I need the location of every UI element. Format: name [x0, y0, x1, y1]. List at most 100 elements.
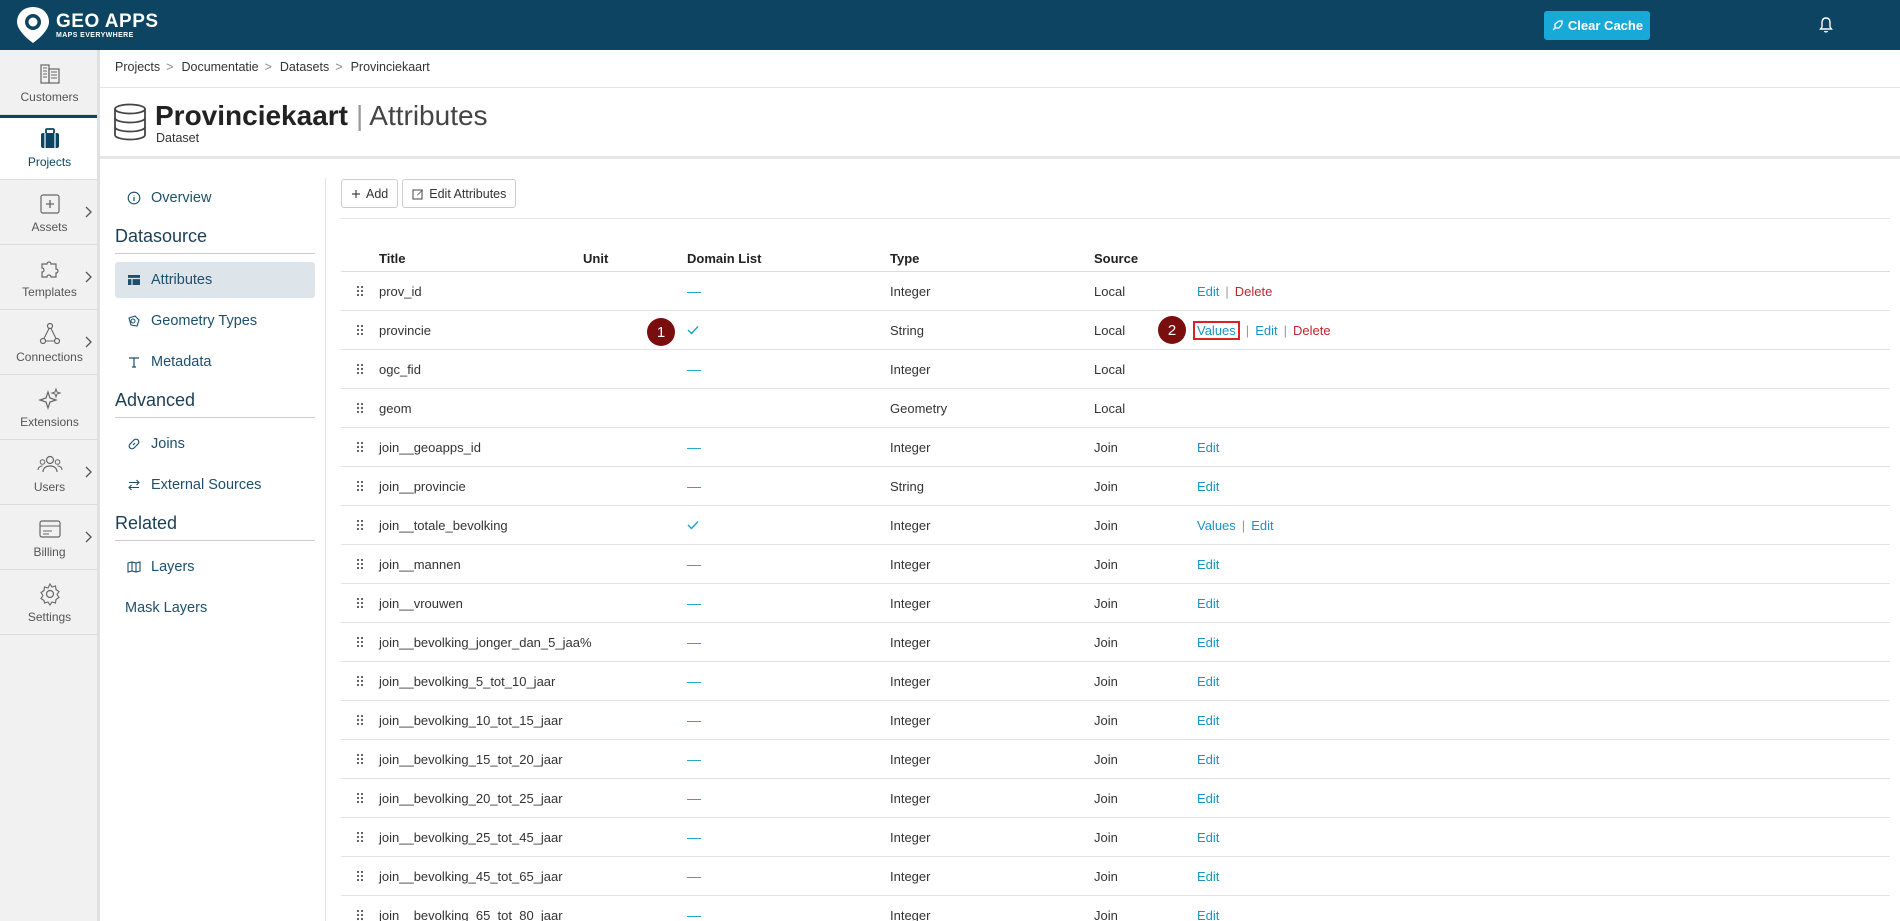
- nav-metadata[interactable]: Metadata: [115, 344, 315, 380]
- nav-label: Joins: [151, 436, 185, 452]
- edit-attributes-button[interactable]: Edit Attributes: [402, 179, 517, 208]
- dash-icon: —: [687, 907, 701, 921]
- drag-handle[interactable]: [341, 441, 379, 453]
- edit-link[interactable]: Edit: [1197, 674, 1219, 689]
- column-header-unit[interactable]: Unit: [583, 251, 687, 266]
- grip-vertical-icon: [356, 753, 364, 765]
- drag-handle[interactable]: [341, 558, 379, 570]
- edit-link[interactable]: Edit: [1197, 869, 1219, 884]
- chevron-right-icon: [85, 466, 92, 478]
- drag-handle[interactable]: [341, 714, 379, 726]
- puzzle-icon: [40, 260, 59, 278]
- rail-item-billing[interactable]: Billing: [0, 505, 99, 570]
- attributes-toolbar: Add Edit Attributes: [341, 179, 517, 208]
- drag-handle[interactable]: [341, 597, 379, 609]
- table-header: Title Unit Domain List Type Source: [341, 245, 1890, 272]
- edit-link[interactable]: Edit: [1197, 479, 1219, 494]
- cell-domain-list: [687, 323, 890, 338]
- edit-link[interactable]: Edit: [1197, 557, 1219, 572]
- edit-link[interactable]: Edit: [1197, 830, 1219, 845]
- rail-item-templates[interactable]: Templates: [0, 245, 99, 310]
- cell-domain-list: —: [687, 478, 890, 494]
- cell-source: Join: [1094, 829, 1118, 845]
- cell-type: Integer: [890, 673, 931, 689]
- values-link[interactable]: Values: [1197, 518, 1236, 533]
- delete-link[interactable]: Delete: [1293, 323, 1331, 338]
- rail-item-settings[interactable]: Settings: [0, 570, 99, 635]
- edit-link[interactable]: Edit: [1255, 323, 1277, 338]
- rail-item-connections[interactable]: Connections: [0, 310, 99, 375]
- drag-handle[interactable]: [341, 324, 379, 336]
- edit-link[interactable]: Edit: [1197, 635, 1219, 650]
- edit-link[interactable]: Edit: [1251, 518, 1273, 533]
- rail-item-users[interactable]: Users: [0, 440, 99, 505]
- nav-geometry-types[interactable]: Geometry Types: [115, 303, 315, 339]
- column-header-type[interactable]: Type: [890, 251, 1094, 266]
- bell-icon[interactable]: [1818, 16, 1834, 34]
- rail-item-extensions[interactable]: Extensions: [0, 375, 99, 440]
- drag-handle[interactable]: [341, 480, 379, 492]
- drag-handle[interactable]: [341, 363, 379, 375]
- clear-cache-label: Clear Cache: [1567, 18, 1644, 33]
- edit-link[interactable]: Edit: [1197, 596, 1219, 611]
- edit-link[interactable]: Edit: [1197, 440, 1219, 455]
- text-icon: [129, 357, 139, 368]
- drag-handle[interactable]: [341, 870, 379, 882]
- drag-handle[interactable]: [341, 675, 379, 687]
- add-label: Add: [366, 186, 389, 201]
- rail-item-customers[interactable]: Customers: [0, 50, 99, 115]
- action-separator: |: [1241, 517, 1246, 533]
- edit-link[interactable]: Edit: [1197, 713, 1219, 728]
- nav-overview[interactable]: Overview: [115, 180, 315, 216]
- drag-handle[interactable]: [341, 402, 379, 414]
- cell-source: Join: [1094, 673, 1118, 689]
- values-link[interactable]: Values: [1193, 320, 1240, 340]
- drag-handle[interactable]: [341, 753, 379, 765]
- drag-handle[interactable]: [341, 519, 379, 531]
- drag-handle[interactable]: [341, 831, 379, 843]
- cell-source: Join: [1094, 790, 1118, 806]
- drag-handle[interactable]: [341, 909, 379, 921]
- add-button[interactable]: Add: [341, 179, 399, 208]
- rail-scrollbar[interactable]: [97, 50, 100, 921]
- table-row: join__bevolking_25_tot_45_jaar — Integer Jo…: [341, 818, 1890, 857]
- column-header-source[interactable]: Source: [1094, 251, 1197, 266]
- table-row: join__bevolking_jonger_dan_5_jaa% — Intege…: [341, 623, 1890, 662]
- edit-icon: [412, 189, 424, 199]
- edit-link[interactable]: Edit: [1197, 908, 1219, 921]
- geoapps-logo[interactable]: GEO APPS MAPS EVERYWHERE: [14, 5, 159, 45]
- rail-item-assets[interactable]: Assets: [0, 180, 99, 245]
- breadcrumb-datasets[interactable]: Datasets: [280, 60, 329, 74]
- breadcrumb-projects[interactable]: Projects: [115, 60, 160, 74]
- cell-actions: Edit: [1197, 713, 1890, 728]
- nav-layers[interactable]: Layers: [115, 549, 315, 585]
- edit-link[interactable]: Edit: [1197, 791, 1219, 806]
- clear-cache-button[interactable]: Clear Cache: [1544, 11, 1650, 40]
- cell-domain-list: —: [687, 283, 890, 299]
- cell-domain-list: —: [687, 790, 890, 806]
- table-row: join__provincie — String Join Edit: [341, 467, 1890, 506]
- edit-link[interactable]: Edit: [1197, 284, 1219, 299]
- nav-attributes[interactable]: Attributes: [115, 262, 315, 298]
- column-header-domain-list[interactable]: Domain List: [687, 251, 890, 266]
- nav-external-sources[interactable]: External Sources: [115, 467, 315, 503]
- section-heading-datasource: Datasource: [115, 226, 315, 254]
- nav-mask-layers[interactable]: Mask Layers: [115, 590, 315, 626]
- grip-vertical-icon: [356, 714, 364, 726]
- rail-item-projects[interactable]: Projects: [0, 115, 100, 180]
- cell-actions: Edit: [1197, 635, 1890, 650]
- rail-label: Customers: [20, 89, 79, 104]
- breadcrumb-documentatie[interactable]: Documentatie: [181, 60, 258, 74]
- edit-link[interactable]: Edit: [1197, 752, 1219, 767]
- column-header-title[interactable]: Title: [379, 251, 583, 266]
- shapes-icon: [128, 315, 140, 327]
- drag-handle[interactable]: [341, 636, 379, 648]
- nav-joins[interactable]: Joins: [115, 426, 315, 462]
- delete-link[interactable]: Delete: [1235, 284, 1273, 299]
- table-row: join__vrouwen — Integer Join Edit: [341, 584, 1890, 623]
- drag-handle[interactable]: [341, 792, 379, 804]
- breadcrumb-separator: >: [335, 60, 343, 74]
- rail-label: Billing: [33, 544, 66, 559]
- drag-handle[interactable]: [341, 285, 379, 297]
- cell-title: join__bevolking_45_tot_65_jaar: [379, 868, 563, 884]
